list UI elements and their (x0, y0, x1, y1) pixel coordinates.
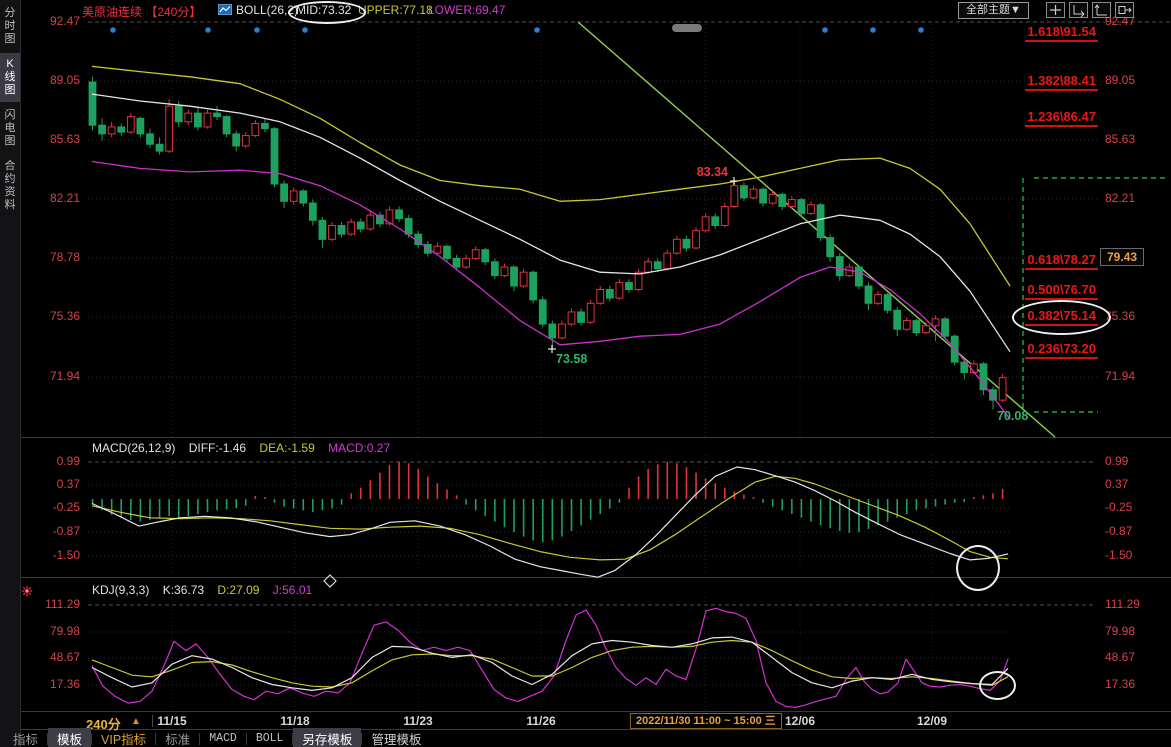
fib-level-label: 0.500\76.70 (1025, 282, 1098, 300)
bottom-tab-标准[interactable]: 标准 (156, 728, 199, 747)
fib-level-label: 1.382\88.41 (1025, 73, 1098, 91)
sidebar-item-闪电图[interactable]: 闪 电 图 (0, 104, 20, 153)
svg-text:83.34: 83.34 (697, 165, 728, 179)
sidebar-item-合约资料[interactable]: 合 约 资 料 (0, 155, 20, 217)
zoom-y-icon[interactable] (1092, 2, 1111, 18)
price-axis-right: 82.21 (1105, 191, 1135, 205)
kdj-axis-left: 79.98 (32, 624, 80, 638)
pan-cross-icon[interactable] (1046, 2, 1065, 18)
price-tag: 79.43 (1100, 248, 1144, 266)
price-axis-right: 71.94 (1105, 369, 1135, 383)
macd-macd-value: MACD:0.27 (328, 441, 390, 455)
boll-indicator-label: BOLL(26,2) (236, 3, 298, 17)
left-sidebar: 分 时 图K 线 图闪 电 图合 约 资 料 (0, 0, 21, 747)
macd-dea-value: DEA:-1.59 (259, 441, 314, 455)
macd-axis-left: 0.99 (32, 454, 80, 468)
bottom-tab-MACD[interactable]: MACD (200, 731, 246, 746)
fib-level-label: 1.236\86.47 (1025, 109, 1098, 127)
selected-bar-range: 2022/11/30 11:00 ~ 15:00 三 (630, 713, 782, 729)
marker-diamond-icon (324, 575, 336, 587)
macd-axis-left: 0.37 (32, 477, 80, 491)
fib-level-label: 0.382\75.14 (1025, 308, 1098, 326)
svg-text:73.58: 73.58 (556, 352, 587, 366)
price-axis-right: 89.05 (1105, 73, 1135, 87)
boll-lower-value: LOWER:69.47 (428, 3, 505, 17)
symbol-title: 美原油连续 【240分】 (82, 3, 201, 20)
date-label: 11/15 (157, 714, 186, 728)
bottom-tab-管理模板[interactable]: 管理模板 (362, 728, 430, 747)
price-axis-left: 89.05 (32, 73, 80, 87)
price-axis-right: 85.63 (1105, 132, 1135, 146)
kdj-axis-left: 17.36 (32, 677, 80, 691)
kdj-axis-right: 111.29 (1105, 597, 1140, 611)
price-axis-left: 85.63 (32, 132, 80, 146)
macd-axis-right: -1.50 (1105, 548, 1132, 562)
macd-axis-right: -0.25 (1105, 500, 1132, 514)
fib-level-label: 1.618\91.54 (1025, 24, 1098, 42)
macd-axis-right: 0.37 (1105, 477, 1128, 491)
macd-header: MACD(26,12,9) DIFF:-1.46 DEA:-1.59 MACD:… (92, 441, 400, 455)
kdj-header: KDJ(9,3,3) K:36.73 D:27.09 J:56.01 (92, 583, 322, 597)
kdj-j-value: J:56.01 (273, 583, 312, 597)
kdj-k-value: K:36.73 (163, 583, 204, 597)
date-label: 12/06 (785, 714, 815, 728)
price-axis-left: 71.94 (32, 369, 80, 383)
kdj-axis-right: 48.67 (1105, 650, 1135, 664)
app-window: 83.34 73.58 70.08 分 时 图K 线 图闪 电 图合 约 资 料 美… (0, 0, 1171, 747)
kdj-axis-right: 17.36 (1105, 677, 1135, 691)
chart-type-icon (218, 4, 232, 18)
bottom-tab-BOLL[interactable]: BOLL (247, 731, 293, 746)
kdj-d-value: D:27.09 (217, 583, 259, 597)
macd-axis-left: -0.87 (32, 524, 80, 538)
period-arrow-icon[interactable]: ▲ (131, 716, 141, 727)
time-axis-divider (152, 715, 153, 727)
price-axis-left: 82.21 (32, 191, 80, 205)
chart-canvas[interactable]: 83.34 73.58 70.08 (0, 0, 1171, 747)
date-label: 11/18 (280, 714, 309, 728)
macd-axis-right: 0.99 (1105, 454, 1128, 468)
price-axis-left: 78.78 (32, 250, 80, 264)
kdj-title: KDJ(9,3,3) (92, 583, 149, 597)
macd-axis-left: -1.50 (32, 548, 80, 562)
macd-diff-value: DIFF:-1.46 (189, 441, 246, 455)
sidebar-item-分时图[interactable]: 分 时 图 (0, 2, 20, 51)
kdj-axis-right: 79.98 (1105, 624, 1135, 638)
kdj-axis-left: 111.29 (32, 597, 80, 611)
bottom-tab-另存模板[interactable]: 另存模板 (293, 728, 361, 747)
boll-mid-value: MID:73.32 (296, 3, 351, 17)
kdj-axis-left: 48.67 (32, 650, 80, 664)
date-label: 11/23 (403, 714, 432, 728)
scroll-thumb[interactable] (672, 24, 702, 32)
price-axis-left: 92.47 (32, 14, 80, 28)
fib-level-label: 0.236\73.20 (1025, 341, 1098, 359)
theme-select-button[interactable]: 全部主题▼ (958, 2, 1029, 19)
bottom-tab-指标[interactable]: 指标 (4, 728, 47, 747)
bottom-tab-bar: 指标模板VIP指标标准MACDBOLL另存模板管理模板 (4, 730, 430, 747)
price-axis-right: 75.36 (1105, 309, 1135, 323)
sidebar-item-K线图[interactable]: K 线 图 (0, 53, 20, 102)
date-label: 12/09 (917, 714, 947, 728)
bottom-tab-VIP指标[interactable]: VIP指标 (92, 728, 155, 747)
zoom-x-icon[interactable] (1069, 2, 1088, 18)
fib-level-label: 0.618\78.27 (1025, 252, 1098, 270)
date-label: 11/26 (526, 714, 555, 728)
svg-text:70.08: 70.08 (997, 409, 1028, 423)
macd-axis-right: -0.87 (1105, 524, 1132, 538)
export-icon[interactable] (1115, 2, 1134, 18)
macd-title: MACD(26,12,9) (92, 441, 175, 455)
bottom-tab-模板[interactable]: 模板 (48, 728, 91, 747)
macd-axis-left: -0.25 (32, 500, 80, 514)
price-axis-left: 75.36 (32, 309, 80, 323)
boll-upper-value: UPPER:77.18 (358, 3, 433, 17)
